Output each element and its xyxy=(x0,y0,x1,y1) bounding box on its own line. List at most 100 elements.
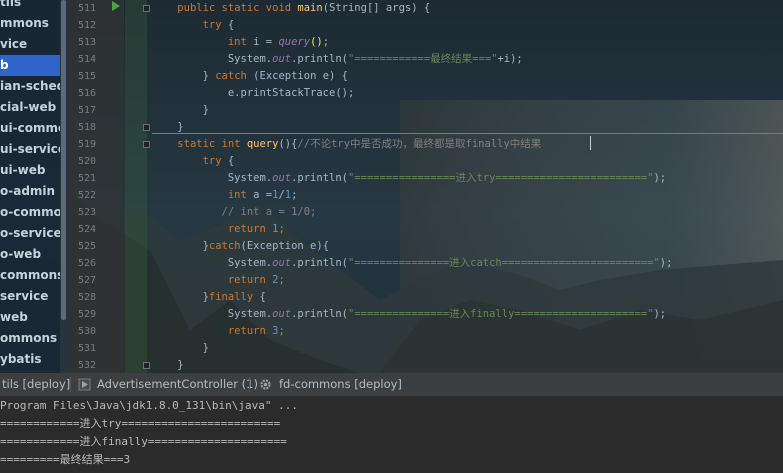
code-token: } xyxy=(177,359,184,371)
fold-collapse-icon[interactable] xyxy=(143,5,150,12)
code-line[interactable]: }finally { xyxy=(152,289,266,306)
project-tree-item[interactable]: ian-schedu xyxy=(0,76,60,97)
code-token: static int xyxy=(177,138,247,150)
line-number: 532 xyxy=(77,360,96,371)
project-tree-item[interactable]: commons xyxy=(0,265,60,286)
project-tree-item[interactable]: o-service xyxy=(0,223,60,244)
code-token: e.printStackTrace(); xyxy=(227,87,355,99)
run-main-icon[interactable] xyxy=(112,1,120,11)
code-line[interactable]: } xyxy=(152,340,209,357)
code-token: System. xyxy=(227,257,273,269)
code-line[interactable]: } xyxy=(152,357,184,373)
code-line[interactable]: } xyxy=(152,102,209,119)
code-token: out xyxy=(272,308,292,320)
line-number: 521 xyxy=(77,173,96,184)
code-line[interactable]: return 2; xyxy=(152,272,285,289)
code-line[interactable]: return 3; xyxy=(152,323,285,340)
project-tree-item[interactable]: ui-commor xyxy=(0,118,60,139)
project-tree-item[interactable]: ui-web xyxy=(0,160,60,181)
run-configuration-icon xyxy=(78,378,91,391)
line-number: 522 xyxy=(77,190,96,201)
project-tree-item[interactable]: ui-service xyxy=(0,139,60,160)
project-tree-scrollbar-thumb[interactable] xyxy=(61,0,66,320)
project-tree-item[interactable]: o-web xyxy=(0,244,60,265)
line-number: 519 xyxy=(77,139,96,150)
gear-icon xyxy=(260,379,271,390)
code-token: +i); xyxy=(497,53,523,65)
code-token: } xyxy=(202,342,209,354)
code-line[interactable]: e.printStackTrace(); xyxy=(152,85,354,102)
line-number: 530 xyxy=(77,326,96,337)
code-token: ; xyxy=(278,274,285,286)
line-number: 512 xyxy=(77,20,96,31)
code-line[interactable]: // int a = 1/0; xyxy=(152,204,317,221)
code-line[interactable]: int a =1/1; xyxy=(152,187,298,204)
code-line[interactable]: }catch(Exception e){ xyxy=(152,238,329,255)
code-token: a = xyxy=(253,189,273,201)
project-tree-item[interactable]: service xyxy=(0,286,60,307)
line-number: 525 xyxy=(77,241,96,252)
line-number: 511 xyxy=(77,3,96,14)
project-tree-item[interactable]: cial-web xyxy=(0,97,60,118)
code-editor[interactable]: public static void main(String[] args) {… xyxy=(152,0,783,373)
line-number: 524 xyxy=(77,224,96,235)
code-line[interactable]: System.out.println("============最终结果==="… xyxy=(152,51,523,68)
code-token: ); xyxy=(659,257,673,269)
code-token: (){ xyxy=(278,138,298,150)
code-line[interactable]: static int query(){//不论try中是否成功，最终都是取fin… xyxy=(152,136,541,153)
project-tree-item[interactable]: ommons xyxy=(0,328,60,349)
console-line: =========最终结果===3 xyxy=(0,453,131,466)
code-line[interactable]: try { xyxy=(152,153,235,170)
code-token: return xyxy=(227,274,273,286)
project-tree-item[interactable]: o-commons xyxy=(0,202,60,223)
code-line[interactable]: System.out.println("===============进入cat… xyxy=(152,255,673,272)
code-token: } xyxy=(177,121,184,133)
code-line[interactable]: System.out.println("===============进入fin… xyxy=(152,306,666,323)
line-number: 517 xyxy=(77,105,96,116)
code-line[interactable]: try { xyxy=(152,17,235,34)
project-tree-item[interactable]: vice xyxy=(0,34,60,55)
line-number: 516 xyxy=(77,88,96,99)
fold-collapse-icon[interactable] xyxy=(143,362,150,369)
code-token: System. xyxy=(227,53,273,65)
code-line[interactable]: public static void main(String[] args) { xyxy=(152,0,430,17)
run-tab-tils-deploy[interactable]: tils [deploy] xyxy=(2,373,70,396)
run-tab-fd-commons-deploy[interactable]: fd-commons [deploy] xyxy=(279,373,402,396)
line-number: 527 xyxy=(77,275,96,286)
code-token: () xyxy=(310,36,323,48)
vcs-change-marker[interactable] xyxy=(125,0,147,373)
project-tree-item[interactable]: tils xyxy=(0,0,60,13)
code-token: catch xyxy=(208,240,241,252)
code-line[interactable]: return 1; xyxy=(152,221,285,238)
fold-collapse-icon[interactable] xyxy=(143,141,150,148)
code-token: out xyxy=(272,53,292,65)
project-tree-item[interactable]: web xyxy=(0,307,60,328)
project-tree-item[interactable]: mmons xyxy=(0,13,60,34)
code-token: i = xyxy=(253,36,279,48)
code-token: ; xyxy=(291,189,298,201)
line-number: 523 xyxy=(77,207,96,218)
code-token: { xyxy=(259,291,266,303)
code-line[interactable]: int i = query(); xyxy=(152,34,329,51)
project-tree-item[interactable]: ybatis xyxy=(0,349,60,370)
project-tree-item[interactable]: o-admin xyxy=(0,181,60,202)
text-caret xyxy=(590,136,591,150)
fold-collapse-icon[interactable] xyxy=(143,124,150,131)
code-token: args xyxy=(385,2,412,14)
project-tree-item-selected[interactable]: b xyxy=(0,55,60,76)
code-token: ; xyxy=(278,325,285,337)
console-line: Program Files\Java\jdk1.8.0_131\bin\java… xyxy=(0,399,299,412)
run-tab-advertisement-controller[interactable]: AdvertisementController (1) xyxy=(97,373,258,396)
code-line[interactable]: } catch (Exception e) { xyxy=(152,68,348,85)
code-line[interactable]: System.out.println("================进入tr… xyxy=(152,170,666,187)
